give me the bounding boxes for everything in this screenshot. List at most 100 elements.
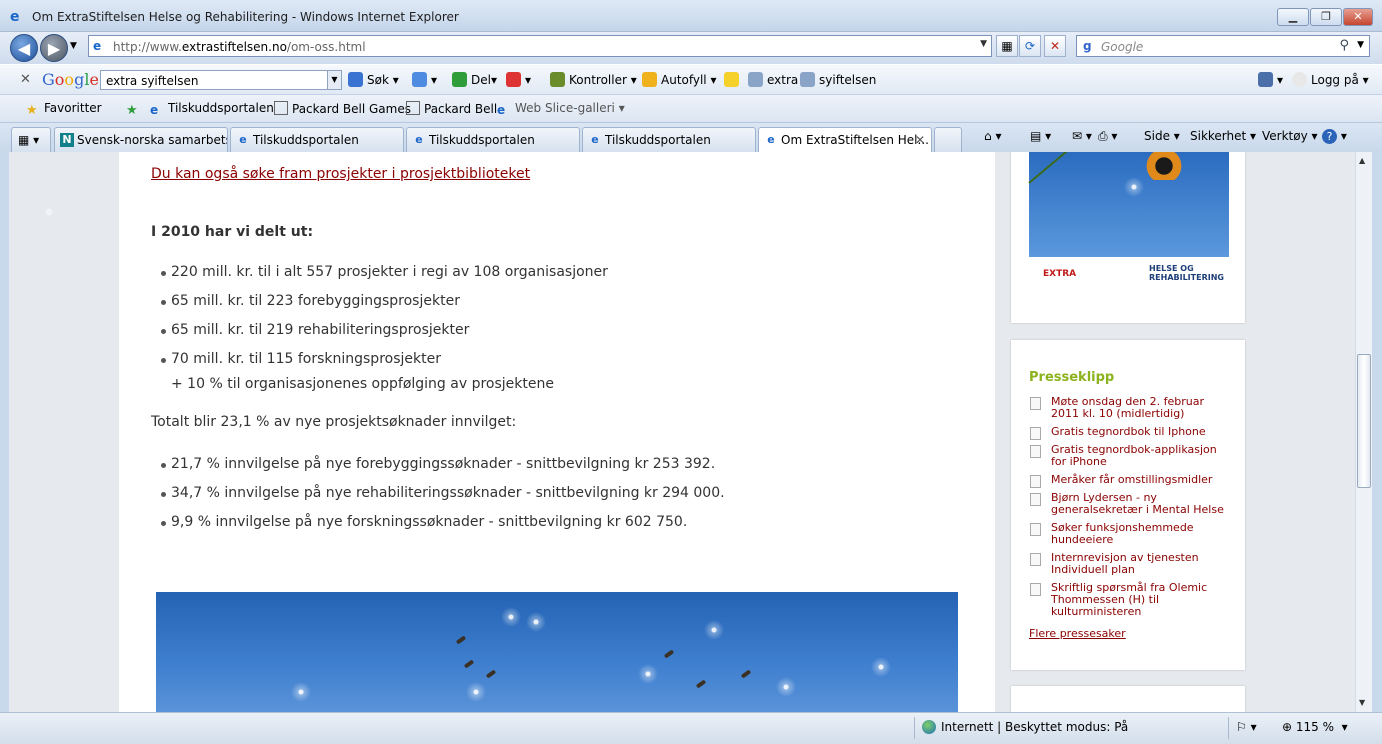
person-icon [800, 72, 815, 87]
vertical-scrollbar[interactable]: ▲ ▼ [1355, 152, 1372, 712]
wrench-icon [1258, 72, 1273, 87]
press-link[interactable]: Bjørn Lydersen - ny generalsekretær i Me… [1030, 492, 1231, 516]
security-zone[interactable]: Internett | Beskyttet modus: På [922, 720, 1128, 734]
popup-blocker-button[interactable]: ▾ [506, 72, 531, 87]
list-item: 21,7 % innvilgelse på nye forebyggingssø… [161, 456, 715, 472]
list-item: 220 mill. kr. til i alt 557 prosjekter i… [161, 264, 608, 280]
magnifier-icon[interactable]: ⚲ [1339, 38, 1349, 53]
highlight-button[interactable] [724, 72, 743, 87]
search-dropdown-icon[interactable]: ▼ [1357, 40, 1364, 50]
share-icon [452, 72, 467, 87]
query-dropdown-icon[interactable]: ▼ [327, 71, 341, 89]
home-icon: ⌂ [984, 129, 992, 143]
close-button[interactable]: ✕ [1343, 8, 1373, 26]
scroll-down-icon[interactable]: ▼ [1359, 698, 1365, 707]
scroll-up-icon[interactable]: ▲ [1359, 156, 1365, 165]
google-query-input[interactable]: extra syiftelsen ▼ [100, 70, 342, 90]
document-icon [1030, 583, 1041, 596]
minimize-button[interactable]: ▁ [1277, 8, 1309, 26]
new-tab-button[interactable] [934, 127, 962, 153]
scroll-thumb[interactable] [1357, 354, 1371, 488]
maximize-button[interactable]: ❐ [1310, 8, 1342, 26]
ie-page-icon: e [591, 133, 599, 146]
press-link[interactable]: Gratis tegnordbok-applikasjon for iPhone [1030, 444, 1231, 468]
tab-tilskuddsportalen-2[interactable]: e Tilskuddsportalen [406, 127, 580, 153]
close-toolbar-icon[interactable]: ✕ [20, 72, 31, 87]
add-favorite-icon[interactable]: ★ [126, 101, 144, 118]
plus-button[interactable]: ▾ [412, 72, 437, 87]
forward-button[interactable]: ▶ [40, 34, 68, 62]
ie-page-icon: e [767, 133, 775, 146]
google-logo: Google [42, 70, 99, 89]
press-link[interactable]: Internrevisjon av tjenesten Individuell … [1030, 552, 1231, 576]
spellcheck-button[interactable]: Kontroller ▾ [550, 72, 637, 87]
tab-svensk-norska[interactable]: NSvensk-norska samarbetsf... [54, 127, 228, 153]
autofill-button[interactable]: Autofyll ▾ [642, 72, 717, 87]
press-link[interactable]: Skriftlig spørsmål fra Olemic Thommessen… [1030, 582, 1231, 618]
total-text: Totalt blir 23,1 % av nye prosjektsøknad… [151, 414, 517, 430]
list-item: 65 mill. kr. til 219 rehabiliteringspros… [161, 322, 469, 338]
share-button[interactable]: Del▾ [452, 72, 497, 87]
refresh-icon[interactable]: ⟳ [1019, 35, 1041, 57]
address-dropdown-icon[interactable]: ▼ [980, 39, 987, 49]
title-bar: e Om ExtraStiftelsen Helse og Rehabilite… [0, 0, 1382, 32]
tools-menu[interactable]: Verktøy ▾ [1262, 129, 1318, 143]
quick-tabs-icon: ▦ ▾ [18, 133, 40, 147]
tab-tilskuddsportalen-1[interactable]: e Tilskuddsportalen [230, 127, 404, 153]
popup-blocker-icon [506, 72, 521, 87]
close-tab-icon[interactable]: ✕ [915, 133, 925, 147]
sign-in-button[interactable]: Logg på ▾ [1292, 72, 1369, 87]
press-link[interactable]: Møte onsdag den 2. februar 2011 kl. 10 (… [1030, 396, 1231, 420]
tab-tilskuddsportalen-3[interactable]: e Tilskuddsportalen [582, 127, 756, 153]
browser-window: e Om ExtraStiftelsen Helse og Rehabilite… [0, 0, 1382, 744]
stop-icon[interactable]: ✕ [1044, 35, 1066, 57]
feeds-button[interactable]: ▤ ▾ [1030, 129, 1051, 143]
main-content: Du kan også søke fram prosjekter i prosj… [119, 152, 995, 712]
ie-page-icon: e [150, 103, 159, 117]
favorites-button[interactable]: ★ Favoritter [26, 101, 102, 118]
press-link[interactable]: Gratis tegnordbok til Iphone [1030, 426, 1231, 440]
term-syiftelsen-button[interactable]: syiftelsen [800, 72, 876, 87]
section-heading: I 2010 har vi delt ut: [151, 224, 314, 240]
fav-link-packard-bell-games[interactable]: Packard Bell Games [274, 101, 411, 116]
quick-tabs-button[interactable]: ▦ ▾ [11, 127, 51, 153]
sidebar-box-next [1011, 686, 1245, 712]
list-item: 65 mill. kr. til 223 forebyggingsprosjek… [161, 293, 460, 309]
n-site-icon: N [60, 133, 74, 147]
settings-button[interactable]: ▾ [1258, 72, 1283, 87]
page-menu[interactable]: Side ▾ [1144, 129, 1180, 143]
press-link[interactable]: Søker funksjonshemmede hundeeiere [1030, 522, 1231, 546]
back-button[interactable]: ◀ [10, 34, 38, 62]
fav-link-packard-bell[interactable]: Packard Bell [406, 101, 497, 116]
home-button[interactable]: ⌂ ▾ [984, 129, 1001, 143]
tab-om-extrastiftelsen[interactable]: e Om ExtraStiftelsen Hel... ✕ [758, 127, 932, 154]
autofill-icon [642, 72, 657, 87]
project-library-link[interactable]: Du kan også søke fram prosjekter i prosj… [151, 166, 530, 182]
helse-rehab-logo: HELSE OG REHABILITERING [1149, 264, 1224, 282]
compatibility-view-icon[interactable]: ▦ [996, 35, 1018, 57]
press-link[interactable]: Meråker får omstillingsmidler [1030, 474, 1231, 488]
press-title: Presseklipp [1029, 370, 1115, 385]
help-button[interactable]: ? ▾ [1322, 129, 1347, 144]
google-search-button[interactable]: Søk ▾ [348, 72, 399, 87]
document-icon [1030, 475, 1041, 488]
print-button[interactable]: ⎙ ▾ [1098, 129, 1117, 144]
address-bar[interactable]: e http://www.extrastiftelsen.no/om-oss.h… [88, 35, 992, 57]
zoom-level[interactable]: ⊕ 115 % ▾ [1282, 720, 1348, 734]
web-slice-gallery[interactable]: e Web Slice-galleri ▾ [497, 101, 625, 117]
mail-icon: ✉ [1072, 129, 1083, 143]
address-url: http://www.extrastiftelsen.no/om-oss.htm… [113, 40, 366, 54]
more-press-link[interactable]: Flere pressesaker [1029, 627, 1126, 640]
document-icon [1030, 427, 1041, 440]
window-title: Om ExtraStiftelsen Helse og Rehabiliteri… [32, 10, 459, 24]
mail-button[interactable]: ✉ ▾ [1072, 129, 1092, 143]
tab-bar: ▦ ▾ NSvensk-norska samarbetsf... eTilsku… [0, 122, 1382, 154]
search-box[interactable]: g Google ⚲ ▼ [1076, 35, 1370, 57]
safety-menu[interactable]: Sikkerhet ▾ [1190, 129, 1256, 143]
rss-icon: ▤ [1030, 129, 1042, 143]
document-icon [1030, 553, 1041, 566]
protected-mode-icon[interactable]: ⚐ ▾ [1236, 720, 1257, 734]
term-extra-button[interactable]: extra [748, 72, 798, 87]
fav-link-tilskuddsportalen[interactable]: e Tilskuddsportalen [150, 101, 274, 117]
history-dropdown-icon[interactable]: ▼ [70, 41, 77, 51]
